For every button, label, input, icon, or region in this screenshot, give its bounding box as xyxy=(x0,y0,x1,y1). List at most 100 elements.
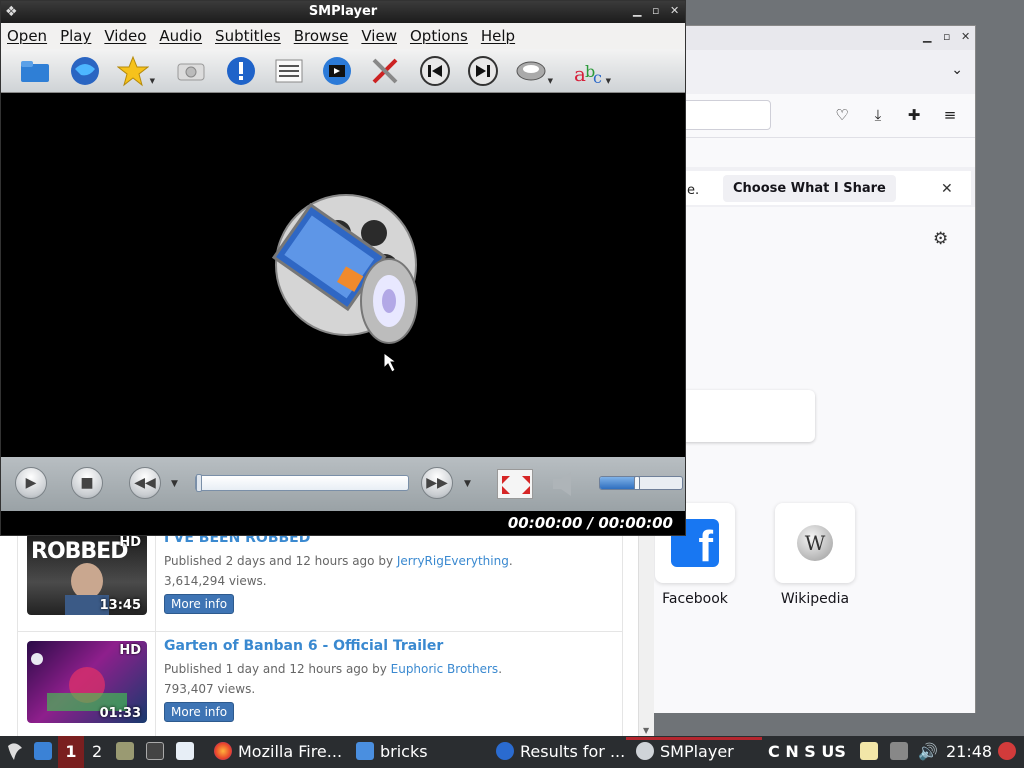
time-bar: 00:00:00 / 00:00:00 xyxy=(1,511,685,535)
duration-badge: 13:45 xyxy=(99,598,141,613)
hd-badge: HD xyxy=(119,643,141,658)
menu-browse[interactable]: Browse xyxy=(294,27,349,45)
mute-button[interactable] xyxy=(549,469,579,499)
menu-audio[interactable]: Audio xyxy=(159,27,202,45)
keyboard-layout-indicator[interactable]: C N S US xyxy=(768,736,846,768)
rewind-button[interactable]: ◀◀ xyxy=(129,467,161,499)
download-icon[interactable]: ⤓ xyxy=(869,106,887,124)
power-icon[interactable] xyxy=(998,736,1022,768)
smplayer-logo xyxy=(271,194,418,373)
terminal-launcher-icon[interactable] xyxy=(146,736,170,768)
text-editor-launcher-icon[interactable] xyxy=(176,736,200,768)
close-icon[interactable]: ✕ xyxy=(670,4,679,17)
more-info-button[interactable]: More info xyxy=(164,702,235,722)
thumbnail-text: ROBBED xyxy=(31,539,128,564)
firefox-icon xyxy=(214,742,232,760)
shortcut-wikipedia[interactable]: W Wikipedia xyxy=(775,503,855,607)
volume-handle[interactable] xyxy=(633,477,640,489)
video-equalizer-icon[interactable] xyxy=(321,55,353,87)
video-meta: Published 2 days and 12 hours ago by Jer… xyxy=(164,554,513,568)
channel-link[interactable]: JerryRigEverything xyxy=(397,554,509,568)
main-toolbar: ▼ ▼ abc ▼ xyxy=(1,49,685,93)
menu-view[interactable]: View xyxy=(361,27,397,45)
seek-handle[interactable] xyxy=(196,474,202,492)
minimize-icon[interactable]: ▁ xyxy=(923,30,931,43)
app-menu-icon[interactable] xyxy=(4,736,26,768)
choose-what-i-share-button[interactable]: Choose What I Share xyxy=(723,175,896,202)
menu-subtitles[interactable]: Subtitles xyxy=(215,27,281,45)
task-bricks[interactable]: bricks xyxy=(356,736,428,768)
mouse-cursor-icon xyxy=(383,352,398,373)
folder-icon xyxy=(356,742,374,760)
workspace-2[interactable]: 2 xyxy=(92,736,102,768)
info-icon[interactable] xyxy=(225,55,257,87)
close-icon[interactable]: ✕ xyxy=(941,181,953,197)
task-smplayer[interactable]: SMPlayer xyxy=(636,736,734,768)
minimize-icon[interactable]: ▁ xyxy=(633,4,641,17)
volume-icon[interactable]: 🔊 xyxy=(918,736,938,768)
list-item: ROBBED HD 13:45 I'VE BEEN ROBBED Publish… xyxy=(17,528,623,632)
menu-bar: Open Play Video Audio Subtitles Browse V… xyxy=(1,23,685,49)
maximize-icon[interactable]: ▫ xyxy=(943,30,950,43)
notification-text: e. xyxy=(687,183,700,198)
video-area[interactable] xyxy=(1,93,685,457)
task-results[interactable]: Results for ... xyxy=(496,736,625,768)
volume-slider[interactable] xyxy=(599,476,683,490)
stop-button[interactable]: ■ xyxy=(71,467,103,499)
extensions-icon[interactable]: ✚ xyxy=(905,106,923,124)
rewind-menu-icon[interactable]: ▼ xyxy=(171,479,178,489)
video-thumbnail[interactable]: HD 01:33 xyxy=(27,641,147,723)
subtitles-icon[interactable]: abc ▼ xyxy=(573,55,611,87)
previous-icon[interactable] xyxy=(419,55,451,87)
time-display: 00:00:00 / 00:00:00 xyxy=(507,514,673,532)
smplayer-icon xyxy=(636,742,654,760)
file-manager-launcher-icon[interactable] xyxy=(116,736,140,768)
preferences-icon[interactable] xyxy=(369,55,401,87)
menu-help[interactable]: Help xyxy=(481,27,515,45)
seek-bar[interactable] xyxy=(195,474,409,492)
shortcut-label: Facebook xyxy=(662,591,728,607)
video-meta: Published 1 day and 12 hours ago by Euph… xyxy=(164,662,503,676)
clock[interactable]: 21:48 xyxy=(946,736,992,768)
gear-icon[interactable]: ⚙ xyxy=(933,229,948,249)
workspace-1[interactable]: 1 xyxy=(58,736,84,768)
video-results-list: ROBBED HD 13:45 I'VE BEEN ROBBED Publish… xyxy=(0,528,654,736)
menu-open[interactable]: Open xyxy=(7,27,47,45)
list-all-tabs-icon[interactable]: ⌄ xyxy=(951,62,963,78)
video-title-link[interactable]: Garten of Banban 6 - Official Trailer xyxy=(164,638,443,654)
favorites-icon[interactable]: ▼ xyxy=(116,55,155,87)
smplayer-window: ❖ SMPlayer ▁ ▫ ✕ Open Play Video Audio S… xyxy=(0,0,686,536)
next-icon[interactable] xyxy=(467,55,499,87)
firefox-window: ▁ ▫ ✕ ⌄ ♡ ⤓ ✚ ≡ e. Choose What I Share ✕… xyxy=(640,25,976,713)
pocket-icon[interactable]: ♡ xyxy=(833,106,851,124)
view-count: 793,407 views. xyxy=(164,682,256,696)
screenshot-icon[interactable] xyxy=(175,55,207,87)
url-bar[interactable] xyxy=(681,100,771,130)
playlist-icon[interactable] xyxy=(273,55,305,87)
audio-track-icon[interactable]: ▼ xyxy=(515,55,553,87)
play-button[interactable]: ▶ xyxy=(15,467,47,499)
menu-video[interactable]: Video xyxy=(104,27,146,45)
smplayer-icon xyxy=(496,742,514,760)
menu-icon[interactable]: ≡ xyxy=(941,106,959,124)
scrollbar[interactable]: ▼ xyxy=(638,528,654,736)
view-count: 3,614,294 views. xyxy=(164,574,267,588)
forward-menu-icon[interactable]: ▼ xyxy=(464,479,471,489)
task-firefox[interactable]: Mozilla Fire... xyxy=(214,736,342,768)
forward-button[interactable]: ▶▶ xyxy=(421,467,453,499)
menu-play[interactable]: Play xyxy=(60,27,91,45)
removable-drive-icon[interactable] xyxy=(890,736,914,768)
maximize-icon[interactable]: ▫ xyxy=(652,4,659,17)
channel-link[interactable]: Euphoric Brothers xyxy=(391,662,499,676)
clipboard-icon[interactable] xyxy=(860,736,884,768)
more-info-button[interactable]: More info xyxy=(164,594,235,614)
firefox-navbar: ♡ ⤓ ✚ ≡ xyxy=(641,94,975,138)
open-url-icon[interactable] xyxy=(69,55,101,87)
show-desktop-icon[interactable] xyxy=(34,736,58,768)
menu-options[interactable]: Options xyxy=(410,27,468,45)
scroll-down-icon[interactable]: ▼ xyxy=(643,726,649,735)
video-thumbnail[interactable]: ROBBED HD 13:45 xyxy=(27,533,147,615)
close-icon[interactable]: ✕ xyxy=(961,30,970,43)
fullscreen-button[interactable] xyxy=(497,469,533,499)
open-folder-icon[interactable] xyxy=(19,55,51,87)
